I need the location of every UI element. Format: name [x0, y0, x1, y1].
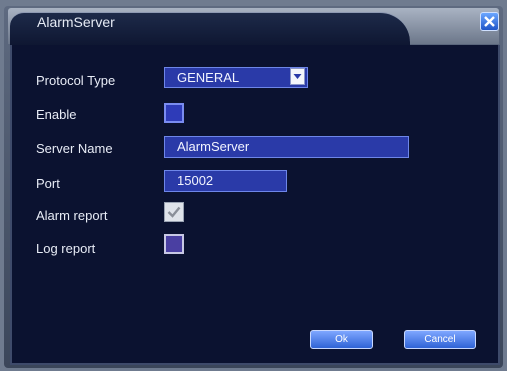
log-report-label: Log report	[36, 241, 96, 256]
enable-label: Enable	[36, 107, 77, 122]
log-report-checkbox[interactable]	[164, 234, 184, 254]
close-icon	[484, 16, 495, 27]
protocol-type-dropdown-button[interactable]	[290, 68, 305, 85]
cancel-button[interactable]: Cancel	[404, 330, 476, 349]
alarm-report-label: Alarm report	[36, 208, 108, 223]
checkmark-icon	[167, 206, 181, 218]
port-value: 15002	[177, 173, 214, 188]
enable-checkbox[interactable]	[164, 103, 184, 123]
port-input[interactable]: 15002	[164, 170, 287, 192]
dialog-title: AlarmServer	[37, 14, 115, 30]
close-button[interactable]	[480, 12, 499, 31]
dialog-panel	[10, 45, 500, 365]
ok-button[interactable]: Ok	[310, 330, 373, 349]
port-label: Port	[36, 176, 60, 191]
server-name-label: Server Name	[36, 141, 113, 156]
protocol-type-value: GENERAL	[177, 70, 240, 85]
chevron-down-icon	[293, 74, 302, 79]
alarm-report-checkbox[interactable]	[164, 202, 184, 222]
protocol-type-select[interactable]: GENERAL	[164, 67, 308, 88]
server-name-value: AlarmServer	[177, 139, 250, 154]
server-name-input[interactable]: AlarmServer	[164, 136, 409, 158]
protocol-type-label: Protocol Type	[36, 73, 116, 88]
